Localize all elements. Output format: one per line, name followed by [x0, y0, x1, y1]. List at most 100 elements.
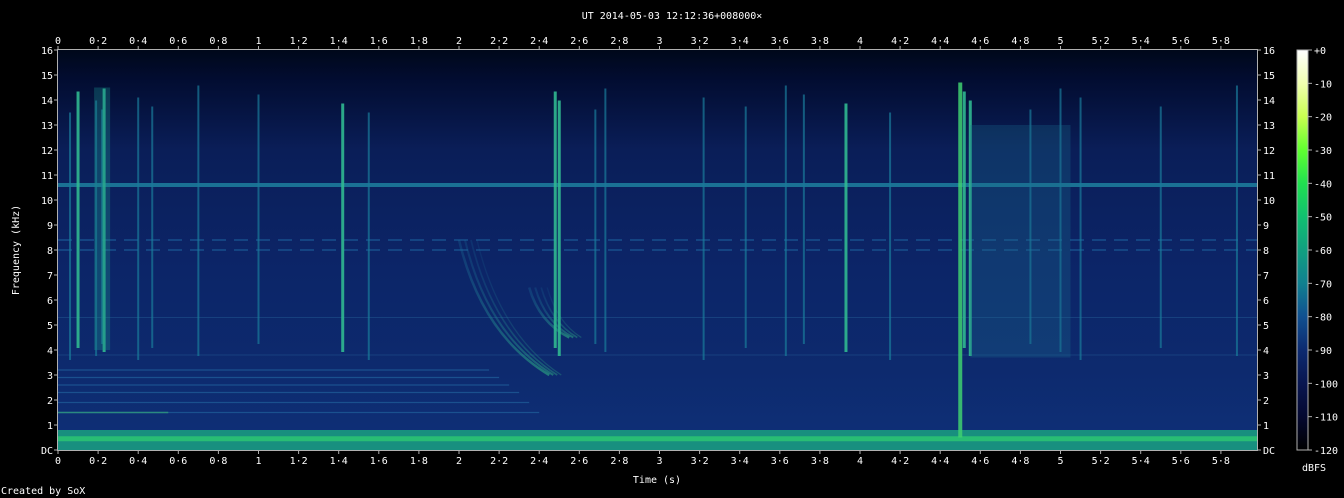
colorbar-tick-label: -80 — [1314, 313, 1332, 324]
x-tick-label-top: 2·4 — [530, 36, 548, 47]
y-tick-label-left: 13 — [41, 121, 53, 132]
x-tick-label-top: 1·6 — [370, 36, 388, 47]
x-tick-label-bottom: 2·6 — [570, 456, 588, 467]
x-tick-label-top: 2·6 — [570, 36, 588, 47]
y-tick-label-right: 3 — [1263, 371, 1269, 382]
x-tick-label-bottom: 0·8 — [209, 456, 227, 467]
noise-burst-region — [94, 87, 111, 350]
colorbar-tick-label: -60 — [1314, 246, 1332, 257]
impulse-streak — [1079, 97, 1082, 360]
colorbar-tick-label: -90 — [1314, 346, 1332, 357]
impulse-streak — [557, 100, 561, 356]
y-tick-label-left: 1 — [47, 421, 53, 432]
low-frequency-band-core — [58, 436, 1257, 442]
y-tick-label-left: 3 — [47, 371, 53, 382]
impulse-streak — [367, 112, 370, 360]
impulse-streak — [802, 94, 805, 344]
x-tick-label-bottom: 5·2 — [1092, 456, 1110, 467]
x-tick-label-bottom: 3·6 — [771, 456, 789, 467]
impulse-streak — [1159, 106, 1162, 348]
y-tick-label-left: 12 — [41, 146, 53, 157]
y-tick-label-right: 7 — [1263, 271, 1269, 282]
y-tick-label-right: 16 — [1263, 46, 1275, 57]
x-tick-label-top: 3 — [656, 36, 662, 47]
x-tick-label-bottom: 0·4 — [129, 456, 147, 467]
y-ticks-right: DC12345678910111213141516 — [1257, 46, 1275, 457]
x-tick-label-bottom: 5·8 — [1212, 456, 1230, 467]
tone-line — [58, 183, 1257, 187]
x-axis-label: Time (s) — [633, 475, 681, 486]
colorbar-tick-label: -30 — [1314, 146, 1332, 157]
x-tick-label-bottom: 5 — [1057, 456, 1063, 467]
x-tick-label-bottom: 0·6 — [169, 456, 187, 467]
impulse-streak — [76, 91, 80, 348]
y-tick-label-left: 15 — [41, 71, 53, 82]
x-tick-label-top: 3·2 — [691, 36, 709, 47]
x-tick-label-top: 3·6 — [771, 36, 789, 47]
y-tick-label-left: DC — [41, 446, 53, 457]
plot-area — [57, 49, 1258, 451]
x-tick-label-top: 1·4 — [330, 36, 348, 47]
x-tick-label-top: 0·4 — [129, 36, 147, 47]
x-tick-label-bottom: 3 — [656, 456, 662, 467]
y-tick-label-left: 6 — [47, 296, 53, 307]
y-tick-label-left: 2 — [47, 396, 53, 407]
y-tick-label-left: 9 — [47, 221, 53, 232]
x-ticks-bottom: 0 0·2 0·4 0·6 0·8 1 1·2 1·4 1·6 1·8 2 2·2 2·4 2·6 2·8 3… — [55, 450, 1230, 467]
x-tick-label-bottom: 1·2 — [290, 456, 308, 467]
y-tick-label-left: 11 — [41, 171, 53, 182]
x-tick-label-bottom: 2·8 — [610, 456, 628, 467]
x-tick-label-top: 2·2 — [490, 36, 508, 47]
y-tick-label-left: 8 — [47, 246, 53, 257]
y-ticks-left: DC12345678910111213141516 — [41, 46, 58, 457]
x-tick-label-bottom: 1·8 — [410, 456, 428, 467]
spectrogram-chart: UT 2014-05-03 12:12:36+008000× 0 0·2 0·4 0·… — [1, 11, 1338, 497]
x-tick-label-top: 5·6 — [1172, 36, 1190, 47]
colorbar: +0 -10 -20 -30 -40 -50 -60 -70 -80 -90 -100 -110 -12… — [1296, 46, 1338, 474]
y-tick-label-right: 10 — [1263, 196, 1275, 207]
impulse-streak — [69, 112, 72, 360]
y-tick-label-left: 5 — [47, 321, 53, 332]
y-tick-label-right: 13 — [1263, 121, 1275, 132]
y-tick-label-right: 15 — [1263, 71, 1275, 82]
x-tick-label-bottom: 2·2 — [490, 456, 508, 467]
y-tick-label-right: 11 — [1263, 171, 1275, 182]
x-tick-label-top: 4·2 — [891, 36, 909, 47]
x-tick-label-top: 3·8 — [811, 36, 829, 47]
colorbar-tick-label: -70 — [1314, 279, 1332, 290]
impulse-streak — [604, 88, 607, 352]
x-tick-label-top: 2·8 — [610, 36, 628, 47]
noise-burst-region — [970, 125, 1071, 358]
x-tick-label-bottom: 2 — [456, 456, 462, 467]
x-tick-label-top: 4·4 — [931, 36, 949, 47]
colorbar-tick-label: -110 — [1314, 413, 1338, 424]
x-tick-label-bottom: 4 — [857, 456, 863, 467]
x-tick-label-bottom: 3·2 — [691, 456, 709, 467]
x-tick-label-bottom: 4·4 — [931, 456, 949, 467]
x-ticks-top: 0 0·2 0·4 0·6 0·8 1 1·2 1·4 1·6 1·8 2 2·2 2·4 2·6 2·8 3… — [55, 36, 1230, 50]
x-tick-label-top: 5·4 — [1132, 36, 1150, 47]
broadband-event — [958, 82, 963, 438]
x-tick-label-bottom: 4·6 — [971, 456, 989, 467]
x-tick-label-bottom: 1·4 — [330, 456, 348, 467]
x-tick-label-bottom: 0·2 — [89, 456, 107, 467]
impulse-streak — [844, 103, 848, 352]
x-tick-label-bottom: 4·8 — [1011, 456, 1029, 467]
y-tick-label-right: 14 — [1263, 96, 1275, 107]
colorbar-gradient — [1296, 49, 1309, 451]
x-tick-label-top: 0·2 — [89, 36, 107, 47]
y-tick-label-right: 2 — [1263, 396, 1269, 407]
impulse-streak — [257, 94, 260, 344]
colorbar-tick-label: -100 — [1314, 379, 1338, 390]
x-tick-label-bottom: 1 — [255, 456, 261, 467]
impulse-streak — [197, 85, 200, 356]
y-tick-label-right: 5 — [1263, 321, 1269, 332]
impulse-streak — [341, 103, 345, 352]
impulse-streak — [594, 109, 597, 344]
impulse-streak — [744, 106, 747, 348]
colorbar-label: dBFS — [1302, 463, 1326, 474]
impulse-streak — [137, 97, 140, 360]
x-tick-label-bottom: 1·6 — [370, 456, 388, 467]
x-tick-label-bottom: 3·4 — [731, 456, 749, 467]
x-tick-label-bottom: 3·8 — [811, 456, 829, 467]
